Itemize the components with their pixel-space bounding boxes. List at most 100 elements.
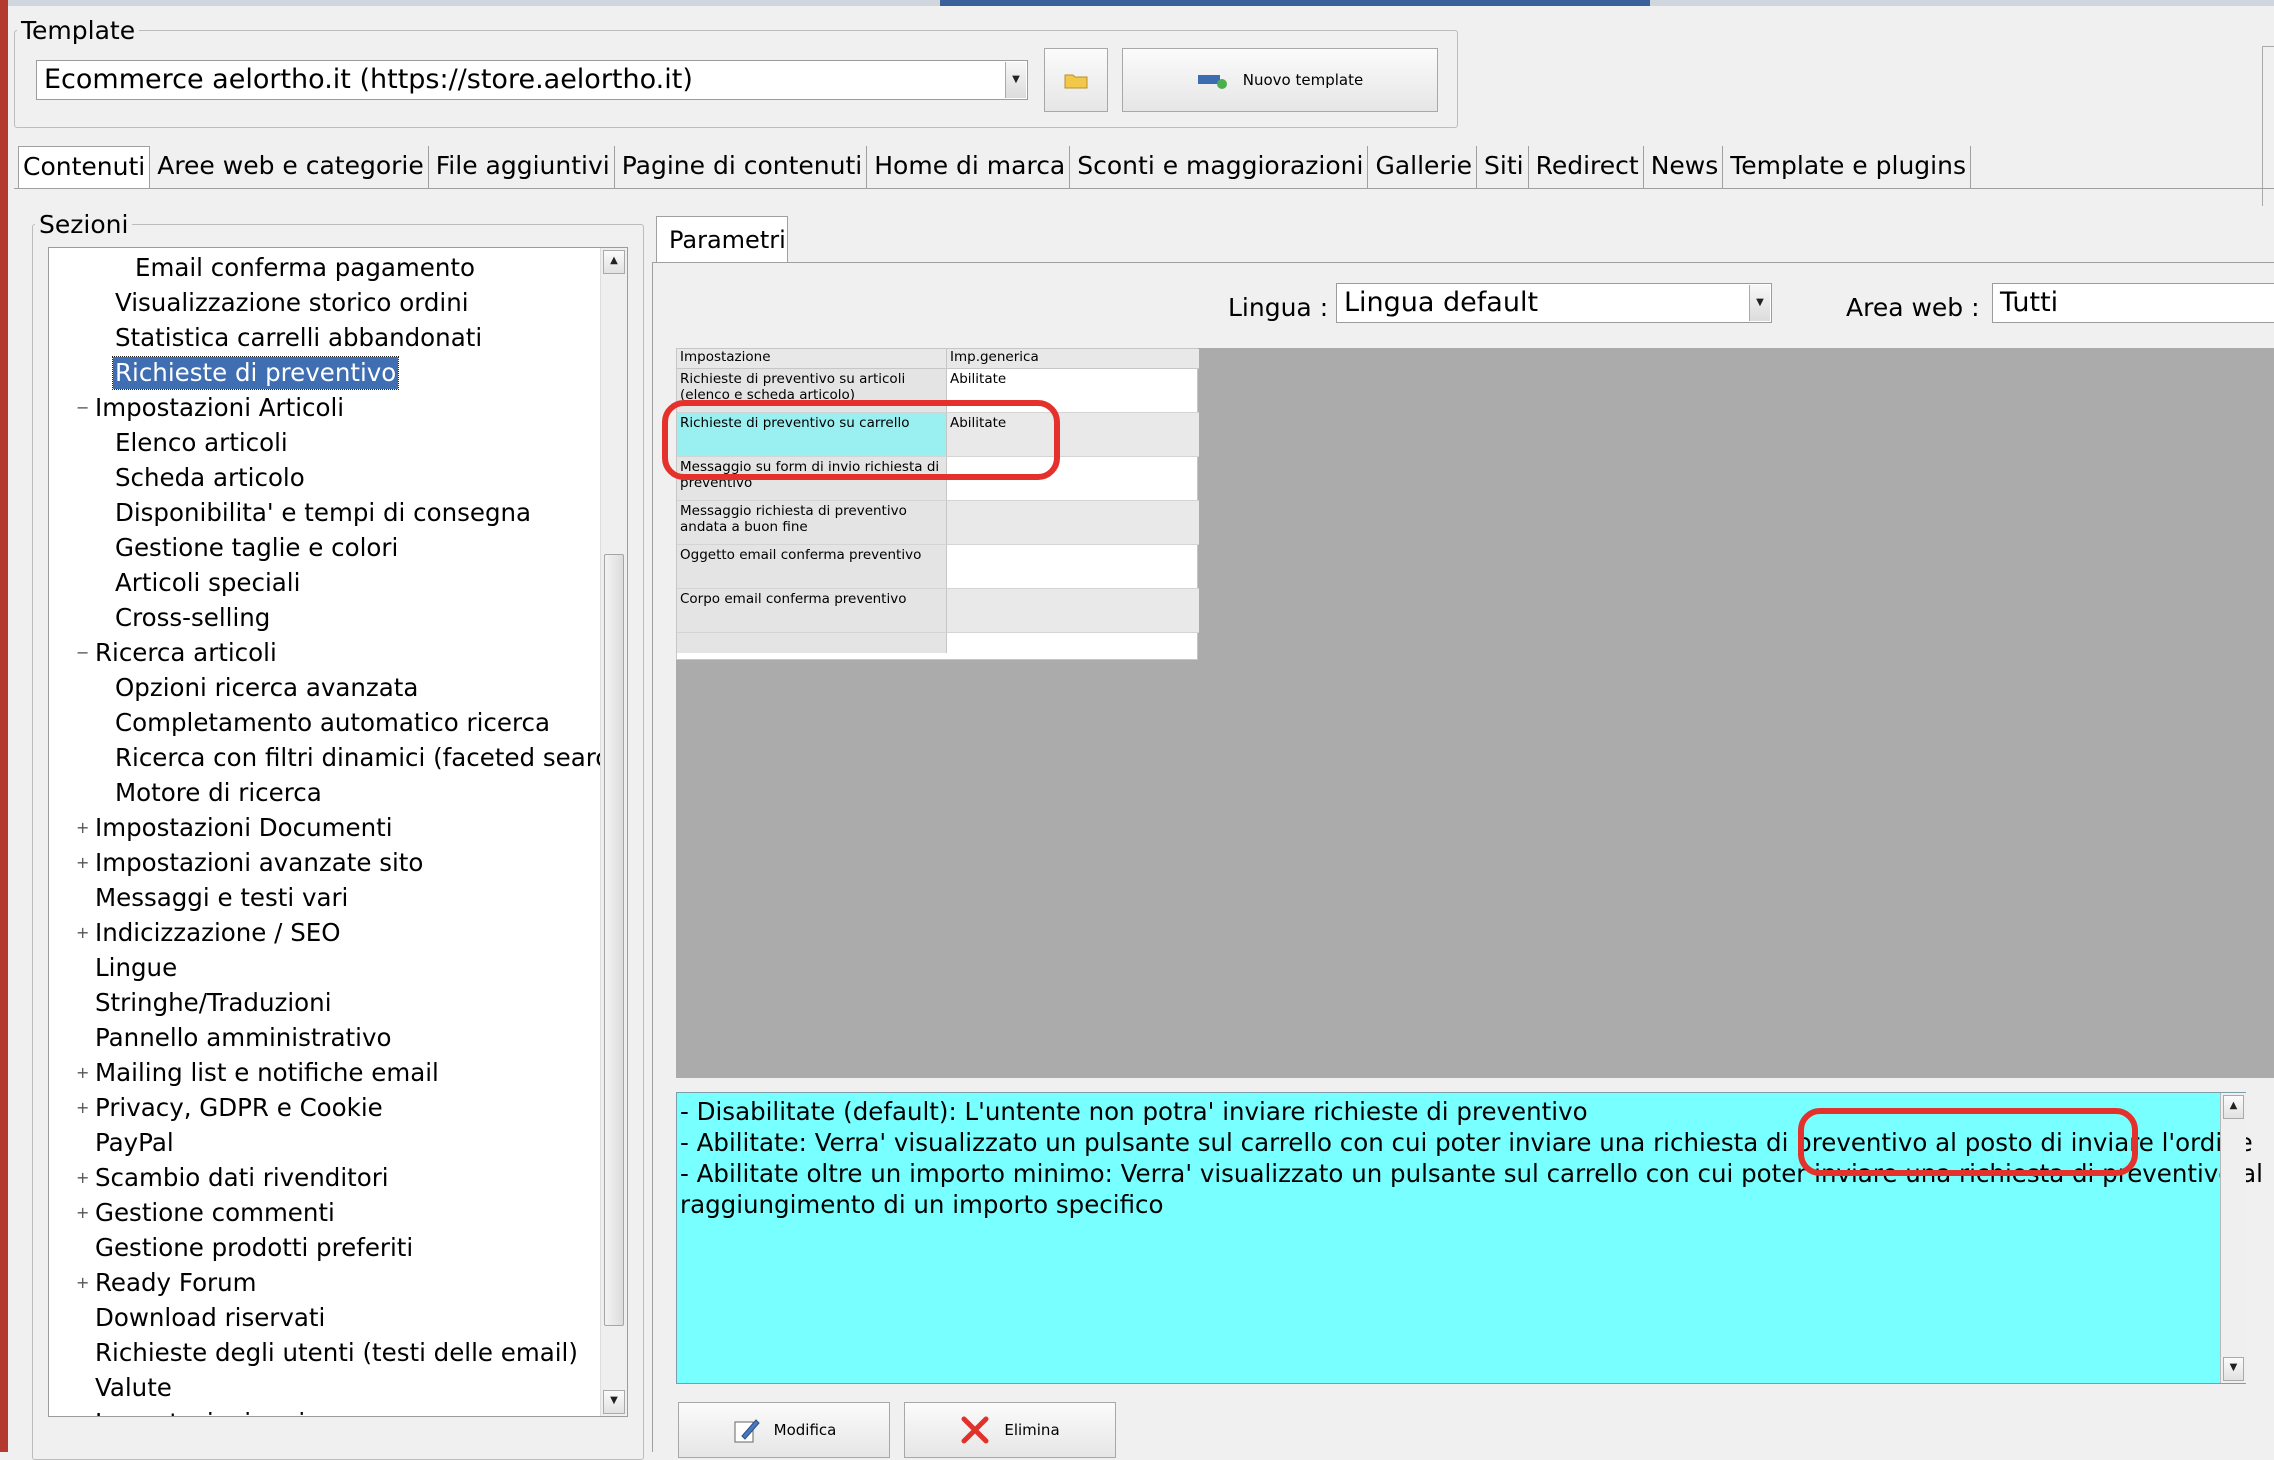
tree-item[interactable]: Privacy, GDPR e Cookie	[93, 1092, 385, 1124]
expand-icon[interactable]: +	[76, 1267, 89, 1299]
tab-pagine[interactable]: Pagine di contenuti	[618, 146, 868, 188]
scroll-down-icon[interactable]: ▼	[2223, 1357, 2244, 1381]
tree-item[interactable]: Lingue	[93, 952, 179, 984]
tab-gallerie[interactable]: Gallerie	[1371, 146, 1478, 188]
window-title-accent	[940, 0, 1650, 6]
chevron-down-icon[interactable]: ▼	[1749, 285, 1770, 321]
collapse-icon[interactable]: −	[76, 392, 89, 424]
grid-header-value: Imp.generica	[947, 349, 1199, 369]
tree-item-selected[interactable]: Richieste di preventivo	[111, 356, 400, 390]
scroll-up-icon[interactable]: ▲	[2223, 1095, 2244, 1119]
scroll-down-icon[interactable]: ▼	[603, 1390, 625, 1414]
expand-icon[interactable]: +	[76, 1057, 89, 1089]
tree-item[interactable]: Pannello amministrativo	[93, 1022, 393, 1054]
tree-item[interactable]: Impostazioni Articoli	[93, 392, 346, 424]
tree-item[interactable]: Visualizzazione storico ordini	[113, 287, 471, 319]
tree-item[interactable]: Statistica carrelli abbandonati	[113, 322, 484, 354]
tree-item[interactable]: Motore di ricerca	[113, 777, 324, 809]
tree-item[interactable]: Messaggi e testi vari	[93, 882, 350, 914]
tree-item[interactable]: Disponibilita' e tempi di consegna	[113, 497, 533, 529]
grid-row-value[interactable]	[947, 589, 1199, 633]
tab-siti[interactable]: Siti	[1480, 146, 1529, 188]
tree-item[interactable]: Valute	[93, 1372, 174, 1404]
tab-home-marca[interactable]: Home di marca	[870, 146, 1071, 188]
expand-icon[interactable]: +	[76, 1092, 89, 1124]
new-template-label: Nuovo template	[1242, 71, 1364, 89]
tree-item[interactable]: Richieste degli utenti (testi delle emai…	[93, 1337, 580, 1369]
description-line: raggiungimento di un importo specifico	[680, 1190, 1164, 1219]
tree-item[interactable]: Cross-selling	[113, 602, 272, 634]
grid-row-name[interactable]: Messaggio richiesta di preventivo andata…	[677, 501, 947, 545]
grid-row-name[interactable]: Corpo email conferma preventivo	[677, 589, 947, 633]
tree-item[interactable]: Scheda articolo	[113, 462, 307, 494]
highlight-annotation-row	[662, 400, 1060, 480]
tree-item[interactable]: Scambio dati rivenditori	[93, 1162, 391, 1194]
tree-item[interactable]: Completamento automatico ricerca	[113, 707, 552, 739]
tree-item[interactable]: Articoli speciali	[113, 567, 302, 599]
tree-item[interactable]: Ready Forum	[93, 1267, 259, 1299]
expand-icon[interactable]: +	[76, 847, 89, 879]
tree-item[interactable]: Gestione prodotti preferiti	[93, 1232, 415, 1264]
tree-item[interactable]: Ricerca articoli	[93, 637, 279, 669]
template-select-value: Ecommerce aelortho.it (https://store.ael…	[44, 64, 693, 95]
open-folder-button[interactable]	[1044, 48, 1108, 112]
tab-news[interactable]: News	[1647, 146, 1724, 188]
description-scrollbar[interactable]: ▲ ▼	[2220, 1093, 2246, 1383]
expand-icon[interactable]: +	[76, 1197, 89, 1229]
grid-empty-row	[677, 633, 947, 653]
tab-file-aggiuntivi[interactable]: File aggiuntivi	[432, 146, 615, 188]
highlight-annotation-text	[1798, 1108, 2138, 1176]
expand-icon[interactable]: +	[76, 812, 89, 844]
tree-item[interactable]: Gestione commenti	[93, 1197, 337, 1229]
settings-grid: Impostazione Imp.generica Richieste di p…	[676, 348, 1199, 660]
tree-item[interactable]: Impostazioni Documenti	[93, 812, 395, 844]
delete-x-icon	[961, 1416, 989, 1444]
tab-redirect[interactable]: Redirect	[1532, 146, 1644, 188]
tree-item[interactable]: Impostazioni avanzate sito	[93, 847, 425, 879]
tree-item[interactable]: Elenco articoli	[113, 427, 290, 459]
template-select[interactable]: Ecommerce aelortho.it (https://store.ael…	[36, 60, 1028, 100]
area-web-select-value: Tutti	[2000, 287, 2059, 318]
window-left-edge	[0, 0, 8, 1452]
expand-icon[interactable]: +	[76, 917, 89, 949]
chevron-down-icon[interactable]: ▼	[1005, 62, 1026, 98]
tab-contenuti[interactable]: Contenuti	[18, 146, 151, 188]
template-group-legend: Template	[21, 16, 136, 45]
tree-item[interactable]: Gestione taglie e colori	[113, 532, 400, 564]
tree-item[interactable]: Indicizzazione / SEO	[93, 917, 343, 949]
sections-tree: Email conferma pagamento Visualizzazione…	[48, 247, 628, 1417]
area-web-select[interactable]: Tutti	[1992, 283, 2274, 323]
add-template-icon	[1197, 75, 1227, 89]
tree-item[interactable]: Ricerca con filtri dinamici (faceted sea…	[113, 742, 627, 774]
tree-item[interactable]: Email conferma pagamento	[133, 252, 477, 284]
right-panel-edge	[2262, 46, 2274, 206]
folder-icon	[1064, 74, 1088, 89]
tab-sconti[interactable]: Sconti e maggiorazioni	[1073, 146, 1369, 188]
grid-row-name[interactable]: Oggetto email conferma preventivo	[677, 545, 947, 589]
edit-icon	[734, 1419, 760, 1443]
new-template-button[interactable]: Nuovo template	[1122, 48, 1438, 112]
lingua-select[interactable]: Lingua default ▼	[1336, 283, 1772, 323]
tree-item[interactable]: Stringhe/Traduzioni	[93, 987, 334, 1019]
tree-item[interactable]: Opzioni ricerca avanzata	[113, 672, 420, 704]
delete-button[interactable]: Elimina	[904, 1402, 1116, 1458]
grid-row-value[interactable]	[947, 545, 1199, 589]
scroll-up-icon[interactable]: ▲	[603, 250, 625, 274]
expand-icon[interactable]: +	[76, 1162, 89, 1194]
grid-header-setting: Impostazione	[677, 349, 947, 369]
edit-label: Modifica	[773, 1421, 837, 1439]
lingua-select-value: Lingua default	[1344, 287, 1539, 318]
tree-item[interactable]: Download riservati	[93, 1302, 327, 1334]
tab-parametri[interactable]: Parametri	[656, 216, 788, 262]
scroll-thumb[interactable]	[604, 554, 624, 1326]
tab-aree-web[interactable]: Aree web e categorie	[153, 146, 429, 188]
tab-template-plugins[interactable]: Template e plugins	[1726, 146, 1971, 188]
tree-item[interactable]: Mailing list e notifiche email	[93, 1057, 441, 1089]
grid-row-value[interactable]	[947, 501, 1199, 545]
tree-item[interactable]: PayPal	[93, 1127, 176, 1159]
tree-scrollbar[interactable]: ▲ ▼	[600, 248, 627, 1416]
edit-button[interactable]: Modifica	[678, 1402, 890, 1458]
lingua-label: Lingua :	[1228, 293, 1329, 322]
collapse-icon[interactable]: −	[76, 637, 89, 669]
tree-item[interactable]: Impostazioni varie	[93, 1407, 322, 1416]
